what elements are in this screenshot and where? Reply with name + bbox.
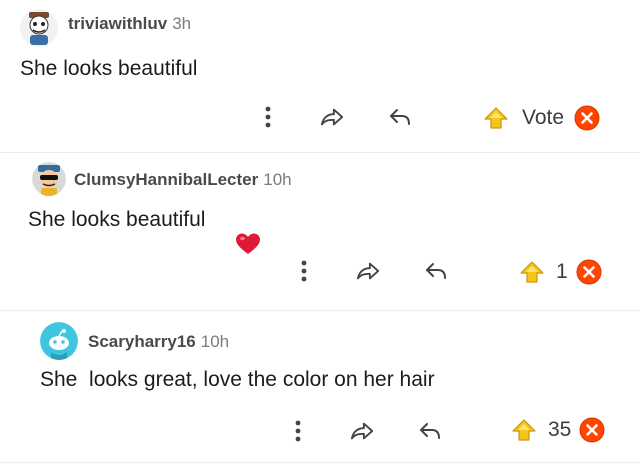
comment-2-text-content: She looks beautiful xyxy=(28,208,206,231)
comment-2-age: 10h xyxy=(263,170,292,189)
vote-count: 35 xyxy=(548,418,572,441)
comment-2-text: She looks beautiful xyxy=(28,208,260,254)
more-vertical-icon[interactable] xyxy=(256,102,280,132)
comment-divider xyxy=(0,152,640,153)
comment-1-username[interactable]: triviawithluv xyxy=(68,14,167,34)
upvote-arrow-icon[interactable] xyxy=(518,258,546,286)
vote-count: 1 xyxy=(556,260,568,283)
reply-arrow-icon[interactable] xyxy=(388,102,412,132)
comment-1-avatar[interactable] xyxy=(20,9,58,47)
avatar-1-image xyxy=(20,9,58,47)
comment-1-votes: Vote xyxy=(482,104,600,132)
share-arrow-icon[interactable] xyxy=(320,102,344,132)
more-vertical-icon[interactable] xyxy=(292,256,316,286)
comment-3-age: 10h xyxy=(200,332,230,351)
comment-3-username[interactable]: Scaryharry16 xyxy=(88,332,196,352)
comment-3-text-content: She looks great, love the color on her h… xyxy=(40,368,435,391)
share-arrow-icon[interactable] xyxy=(350,416,374,446)
comment-2-votes: 1 xyxy=(518,258,602,286)
comment-2-username[interactable]: ClumsyHannibalLecter xyxy=(74,170,258,190)
comment-1-text-content: She looks beautiful xyxy=(20,57,198,80)
downvote-icon[interactable] xyxy=(579,417,605,443)
upvote-arrow-icon[interactable] xyxy=(482,104,510,132)
reply-arrow-icon[interactable] xyxy=(424,256,448,286)
comment-2-avatar[interactable] xyxy=(32,162,66,196)
upvote-arrow-icon[interactable] xyxy=(510,416,538,444)
comment-divider xyxy=(0,310,640,311)
comment-2-meta: ClumsyHannibalLecter 10h xyxy=(74,170,292,190)
avatar-3-image xyxy=(40,322,78,360)
comment-3-votes: 35 xyxy=(510,416,605,444)
comment-divider xyxy=(0,462,640,463)
reply-arrow-icon[interactable] xyxy=(418,416,442,446)
comment-2-actions xyxy=(292,256,448,286)
comment-1-text: She looks beautiful xyxy=(20,57,197,81)
downvote-icon[interactable] xyxy=(576,259,602,285)
heart-icon xyxy=(211,208,260,254)
comment-3-meta: Scaryharry16 10h xyxy=(88,332,229,352)
comment-3-text: She looks great, love the color on her h… xyxy=(40,368,435,392)
comment-1-actions xyxy=(256,102,412,132)
comment-3-actions xyxy=(286,416,442,446)
downvote-icon[interactable] xyxy=(574,105,600,131)
comment-1-meta: triviawithluv 3h xyxy=(68,14,191,34)
more-vertical-icon[interactable] xyxy=(286,416,310,446)
share-arrow-icon[interactable] xyxy=(356,256,380,286)
comment-3-avatar[interactable] xyxy=(40,322,78,360)
comment-1-age: 3h xyxy=(172,14,192,33)
avatar-2-image xyxy=(32,162,66,196)
vote-label: Vote xyxy=(522,106,565,129)
